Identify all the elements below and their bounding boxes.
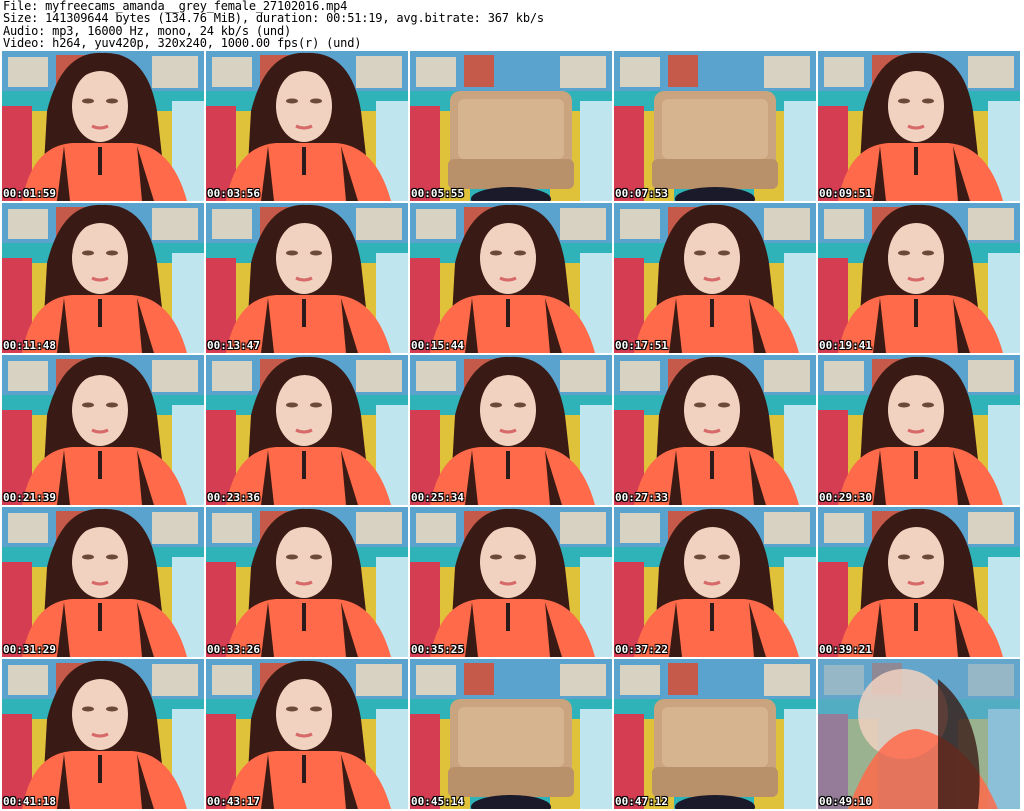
thumbnail-timestamp: 00:49:10 [819,795,872,808]
thumbnail-frame [818,203,1020,353]
metadata-header: File: myfreecams_amanda__grey_female_271… [3,0,1021,50]
thumbnail-timestamp: 00:15:44 [411,339,464,352]
thumbnail-frame [2,355,204,505]
video-thumbnail: 00:11:48 [2,203,204,353]
thumbnail-timestamp: 00:13:47 [207,339,260,352]
thumbnail-frame [614,507,816,657]
thumbnail-frame [614,659,816,809]
thumbnail-timestamp: 00:31:29 [3,643,56,656]
video-thumbnail: 00:01:59 [2,51,204,201]
thumbnail-timestamp: 00:41:18 [3,795,56,808]
thumbnail-frame [818,51,1020,201]
thumbnail-timestamp: 00:05:55 [411,187,464,200]
video-thumbnail: 00:07:53 [614,51,816,201]
thumbnail-frame [818,659,1020,809]
thumbnail-frame [206,507,408,657]
thumbnail-grid: 00:01:59 00:03:56 00:05:55 00:07:53 00:0… [2,51,1022,811]
thumbnail-frame [410,51,612,201]
video-thumbnail: 00:09:51 [818,51,1020,201]
thumbnail-timestamp: 00:29:30 [819,491,872,504]
video-thumbnail: 00:35:25 [410,507,612,657]
thumbnail-timestamp: 00:27:33 [615,491,668,504]
video-line: Video: h264, yuv420p, 320x240, 1000.00 f… [3,36,362,51]
video-thumbnail: 00:41:18 [2,659,204,809]
video-thumbnail: 00:39:21 [818,507,1020,657]
thumbnail-timestamp: 00:43:17 [207,795,260,808]
thumbnail-timestamp: 00:35:25 [411,643,464,656]
thumbnail-timestamp: 00:11:48 [3,339,56,352]
thumbnail-frame [410,659,612,809]
thumbnail-frame [206,355,408,505]
thumbnail-frame [614,355,816,505]
thumbnail-timestamp: 00:19:41 [819,339,872,352]
video-thumbnail: 00:25:34 [410,355,612,505]
video-thumbnail: 00:29:30 [818,355,1020,505]
video-thumbnail: 00:15:44 [410,203,612,353]
thumbnail-frame [2,203,204,353]
video-thumbnail: 00:47:12 [614,659,816,809]
thumbnail-frame [2,51,204,201]
thumbnail-timestamp: 00:37:22 [615,643,668,656]
video-thumbnail: 00:13:47 [206,203,408,353]
thumbnail-timestamp: 00:21:39 [3,491,56,504]
thumbnail-timestamp: 00:07:53 [615,187,668,200]
thumbnail-timestamp: 00:17:51 [615,339,668,352]
thumbnail-timestamp: 00:39:21 [819,643,872,656]
video-thumbnail: 00:03:56 [206,51,408,201]
video-thumbnail: 00:17:51 [614,203,816,353]
video-thumbnail: 00:19:41 [818,203,1020,353]
thumbnail-frame [206,51,408,201]
thumbnail-frame [614,51,816,201]
video-thumbnail: 00:37:22 [614,507,816,657]
video-thumbnail: 00:43:17 [206,659,408,809]
video-thumbnail: 00:49:10 [818,659,1020,809]
thumbnail-frame [206,203,408,353]
thumbnail-frame [2,507,204,657]
video-thumbnail: 00:45:14 [410,659,612,809]
thumbnail-timestamp: 00:09:51 [819,187,872,200]
thumbnail-timestamp: 00:01:59 [3,187,56,200]
thumbnail-frame [206,659,408,809]
thumbnail-frame [614,203,816,353]
thumbnail-frame [818,507,1020,657]
thumbnail-timestamp: 00:45:14 [411,795,464,808]
video-thumbnail: 00:21:39 [2,355,204,505]
thumbnail-frame [410,507,612,657]
thumbnail-timestamp: 00:25:34 [411,491,464,504]
video-thumbnail: 00:05:55 [410,51,612,201]
thumbnail-frame [410,355,612,505]
thumbnail-frame [2,659,204,809]
video-thumbnail: 00:27:33 [614,355,816,505]
thumbnail-timestamp: 00:47:12 [615,795,668,808]
thumbnail-timestamp: 00:33:26 [207,643,260,656]
thumbnail-frame [410,203,612,353]
thumbnail-timestamp: 00:03:56 [207,187,260,200]
video-thumbnail: 00:31:29 [2,507,204,657]
size-line: Size: 141309644 bytes (134.76 MiB), dura… [3,11,544,26]
thumbnail-frame [818,355,1020,505]
video-thumbnail: 00:23:36 [206,355,408,505]
thumbnail-timestamp: 00:23:36 [207,491,260,504]
video-thumbnail: 00:33:26 [206,507,408,657]
